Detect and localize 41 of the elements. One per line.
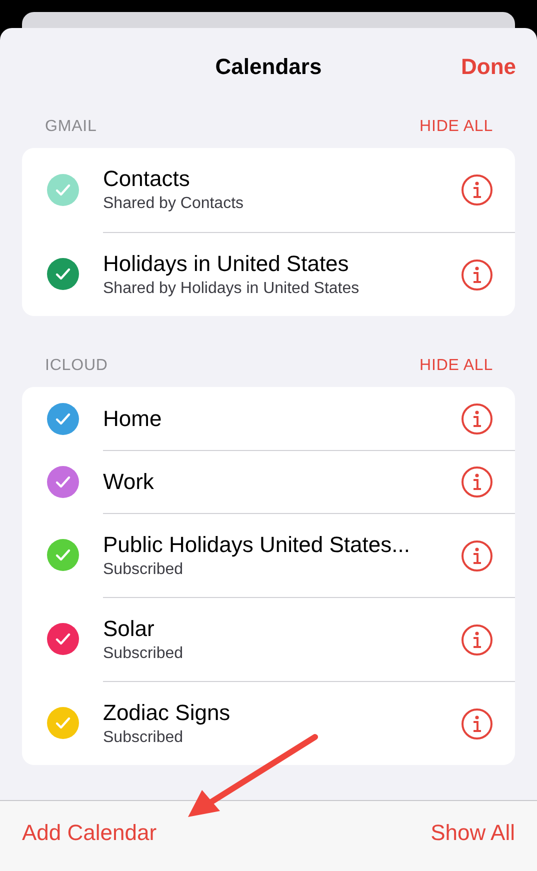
calendar-name: Contacts — [103, 165, 191, 193]
calendar-subtitle: Subscribed — [103, 644, 184, 664]
checkmark-icon — [54, 412, 70, 426]
calendar-name: Holidays in United States — [103, 250, 350, 278]
calendar-name: Public Holidays United States... — [103, 530, 411, 558]
calendar-checkbox[interactable] — [46, 707, 78, 739]
calendar-checkbox[interactable] — [46, 402, 78, 434]
calendar-name: Solar — [103, 614, 156, 642]
calendar-subtitle: Subscribed — [103, 560, 184, 580]
calendar-checkbox[interactable] — [46, 623, 78, 655]
sheet-title: Calendars — [215, 53, 322, 81]
calendar-subtitle: Shared by Holidays in United States — [103, 278, 360, 298]
info-icon[interactable] — [461, 402, 493, 434]
hide-all-button[interactable]: HIDE ALL — [420, 114, 493, 138]
calendar-checkbox[interactable] — [46, 174, 78, 206]
show-all-button[interactable]: Show All — [430, 816, 515, 848]
calendar-name: Home — [103, 404, 163, 432]
done-button[interactable]: Done — [461, 50, 516, 83]
info-icon[interactable] — [461, 540, 493, 572]
calendar-subtitle: Shared by Contacts — [103, 194, 245, 214]
info-icon[interactable] — [461, 708, 493, 740]
info-icon[interactable] — [461, 466, 493, 498]
section-header: ICLOUD — [45, 356, 108, 376]
add-calendar-button[interactable]: Add Calendar — [22, 816, 157, 848]
calendar-checkbox[interactable] — [46, 466, 78, 498]
checkmark-icon — [54, 548, 70, 562]
hide-all-button[interactable]: HIDE ALL — [420, 354, 493, 378]
calendar-checkbox[interactable] — [46, 539, 78, 571]
checkmark-icon — [54, 716, 70, 730]
calendar-checkbox[interactable] — [46, 258, 78, 290]
checkmark-icon — [54, 267, 70, 281]
calendar-subtitle: Subscribed — [103, 728, 184, 748]
calendar-name: Zodiac Signs — [103, 698, 232, 726]
section-header: GMAIL — [45, 116, 97, 136]
checkmark-icon — [54, 474, 70, 488]
checkmark-icon — [54, 183, 70, 197]
calendar-name: Work — [103, 468, 155, 496]
info-icon[interactable] — [461, 258, 493, 290]
info-icon[interactable] — [461, 624, 493, 656]
info-icon[interactable] — [461, 174, 493, 206]
checkmark-icon — [54, 632, 70, 646]
